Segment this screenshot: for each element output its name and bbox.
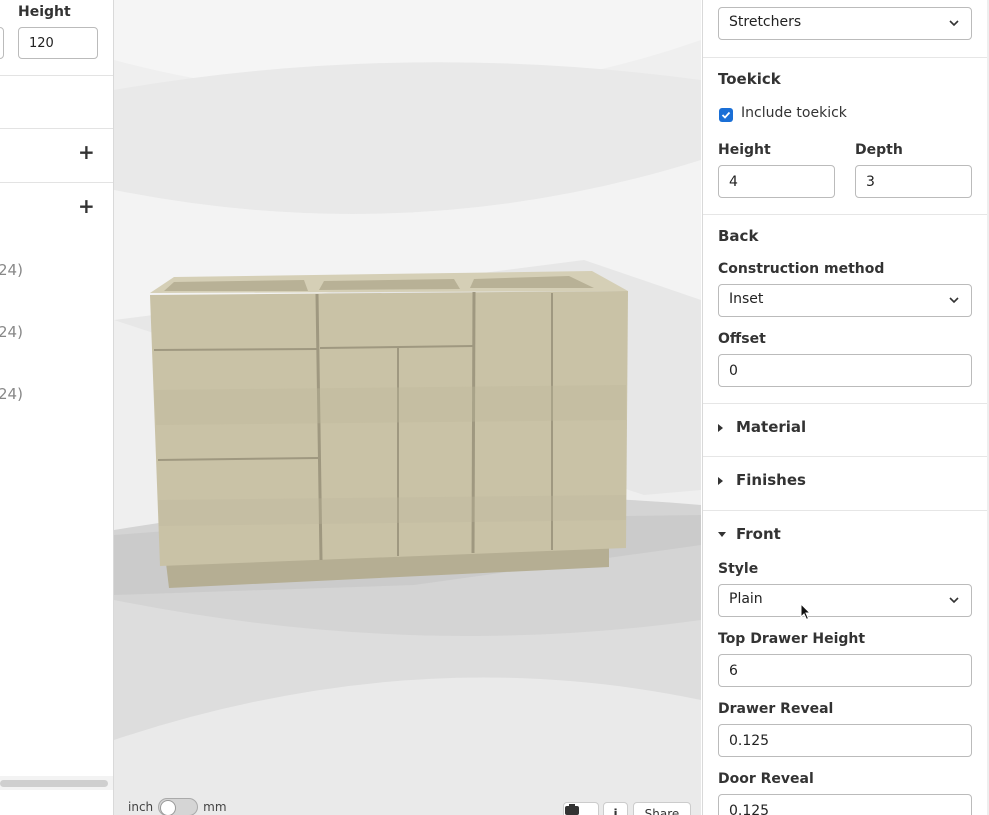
caret-right-icon bbox=[718, 477, 723, 485]
height-label: Height bbox=[18, 4, 71, 20]
divider bbox=[703, 214, 989, 215]
caret-down-icon bbox=[718, 532, 726, 537]
divider bbox=[0, 182, 113, 183]
share-button[interactable]: Share bbox=[633, 802, 691, 815]
material-section-toggle[interactable]: Material bbox=[703, 404, 989, 456]
list-item[interactable]: 24) bbox=[0, 323, 23, 341]
construction-method-select[interactable]: Inset bbox=[718, 284, 972, 317]
top-drawer-height-label: Top Drawer Height bbox=[718, 631, 866, 647]
camera-icon bbox=[565, 804, 579, 815]
chevron-down-icon bbox=[949, 20, 959, 27]
material-heading: Material bbox=[736, 418, 807, 436]
toekick-depth-input[interactable] bbox=[855, 165, 972, 198]
3d-viewport[interactable]: inch mm i Share bbox=[114, 0, 701, 815]
offset-input[interactable] bbox=[718, 354, 972, 387]
unit-switch[interactable] bbox=[158, 798, 199, 815]
add-icon[interactable]: + bbox=[78, 142, 95, 162]
include-toekick-label[interactable]: Include toekick bbox=[741, 105, 847, 121]
front-section-toggle[interactable]: Front bbox=[703, 511, 989, 551]
front-heading: Front bbox=[736, 525, 781, 543]
drawer-reveal-input[interactable] bbox=[718, 724, 972, 757]
back-heading: Back bbox=[718, 227, 759, 245]
construction-method-label: Construction method bbox=[718, 261, 885, 277]
height-input[interactable] bbox=[18, 27, 98, 59]
include-toekick-checkbox[interactable] bbox=[719, 108, 733, 122]
toekick-height-label: Height bbox=[718, 142, 771, 158]
divider bbox=[703, 57, 989, 58]
add-icon[interactable]: + bbox=[78, 196, 95, 216]
unit-mm-label: mm bbox=[203, 800, 227, 814]
finishes-heading: Finishes bbox=[736, 471, 806, 489]
top-select-value: Stretchers bbox=[729, 14, 802, 30]
front-style-value: Plain bbox=[729, 591, 763, 607]
toekick-heading: Toekick bbox=[718, 70, 781, 88]
style-label: Style bbox=[718, 561, 759, 577]
divider bbox=[0, 75, 113, 76]
top-select[interactable]: Stretchers bbox=[718, 7, 972, 40]
divider bbox=[0, 128, 113, 129]
toekick-height-input[interactable] bbox=[718, 165, 835, 198]
toekick-depth-label: Depth bbox=[855, 142, 903, 158]
finishes-section-toggle[interactable]: Finishes bbox=[703, 457, 989, 509]
front-style-select[interactable]: Plain bbox=[718, 584, 972, 617]
offset-label: Offset bbox=[718, 331, 766, 347]
mouse-cursor-icon bbox=[800, 603, 812, 621]
caret-right-icon bbox=[718, 424, 723, 432]
check-icon bbox=[721, 111, 731, 119]
unit-inch-label: inch bbox=[128, 800, 154, 814]
scrollbar-thumb[interactable] bbox=[0, 780, 108, 787]
construction-method-value: Inset bbox=[729, 291, 764, 307]
cabinet-scene bbox=[114, 0, 701, 815]
door-reveal-label: Door Reveal bbox=[718, 771, 814, 787]
right-panel: Stretchers Toekick Include toekick Heigh… bbox=[702, 0, 989, 815]
list-item[interactable]: 24) bbox=[0, 385, 23, 403]
top-drawer-height-input[interactable] bbox=[718, 654, 972, 687]
info-button[interactable]: i bbox=[603, 802, 628, 815]
door-reveal-input[interactable] bbox=[718, 794, 972, 815]
list-item[interactable]: 24) bbox=[0, 261, 23, 279]
left-panel: Height + + 24) 24) 24) bbox=[0, 0, 114, 815]
drawer-reveal-label: Drawer Reveal bbox=[718, 701, 834, 717]
width-input-partial[interactable] bbox=[0, 27, 4, 59]
camera-button[interactable] bbox=[563, 802, 599, 815]
chevron-down-icon bbox=[949, 597, 959, 604]
unit-toggle: inch mm bbox=[128, 798, 227, 815]
switch-knob bbox=[160, 800, 177, 815]
chevron-down-icon bbox=[949, 297, 959, 304]
